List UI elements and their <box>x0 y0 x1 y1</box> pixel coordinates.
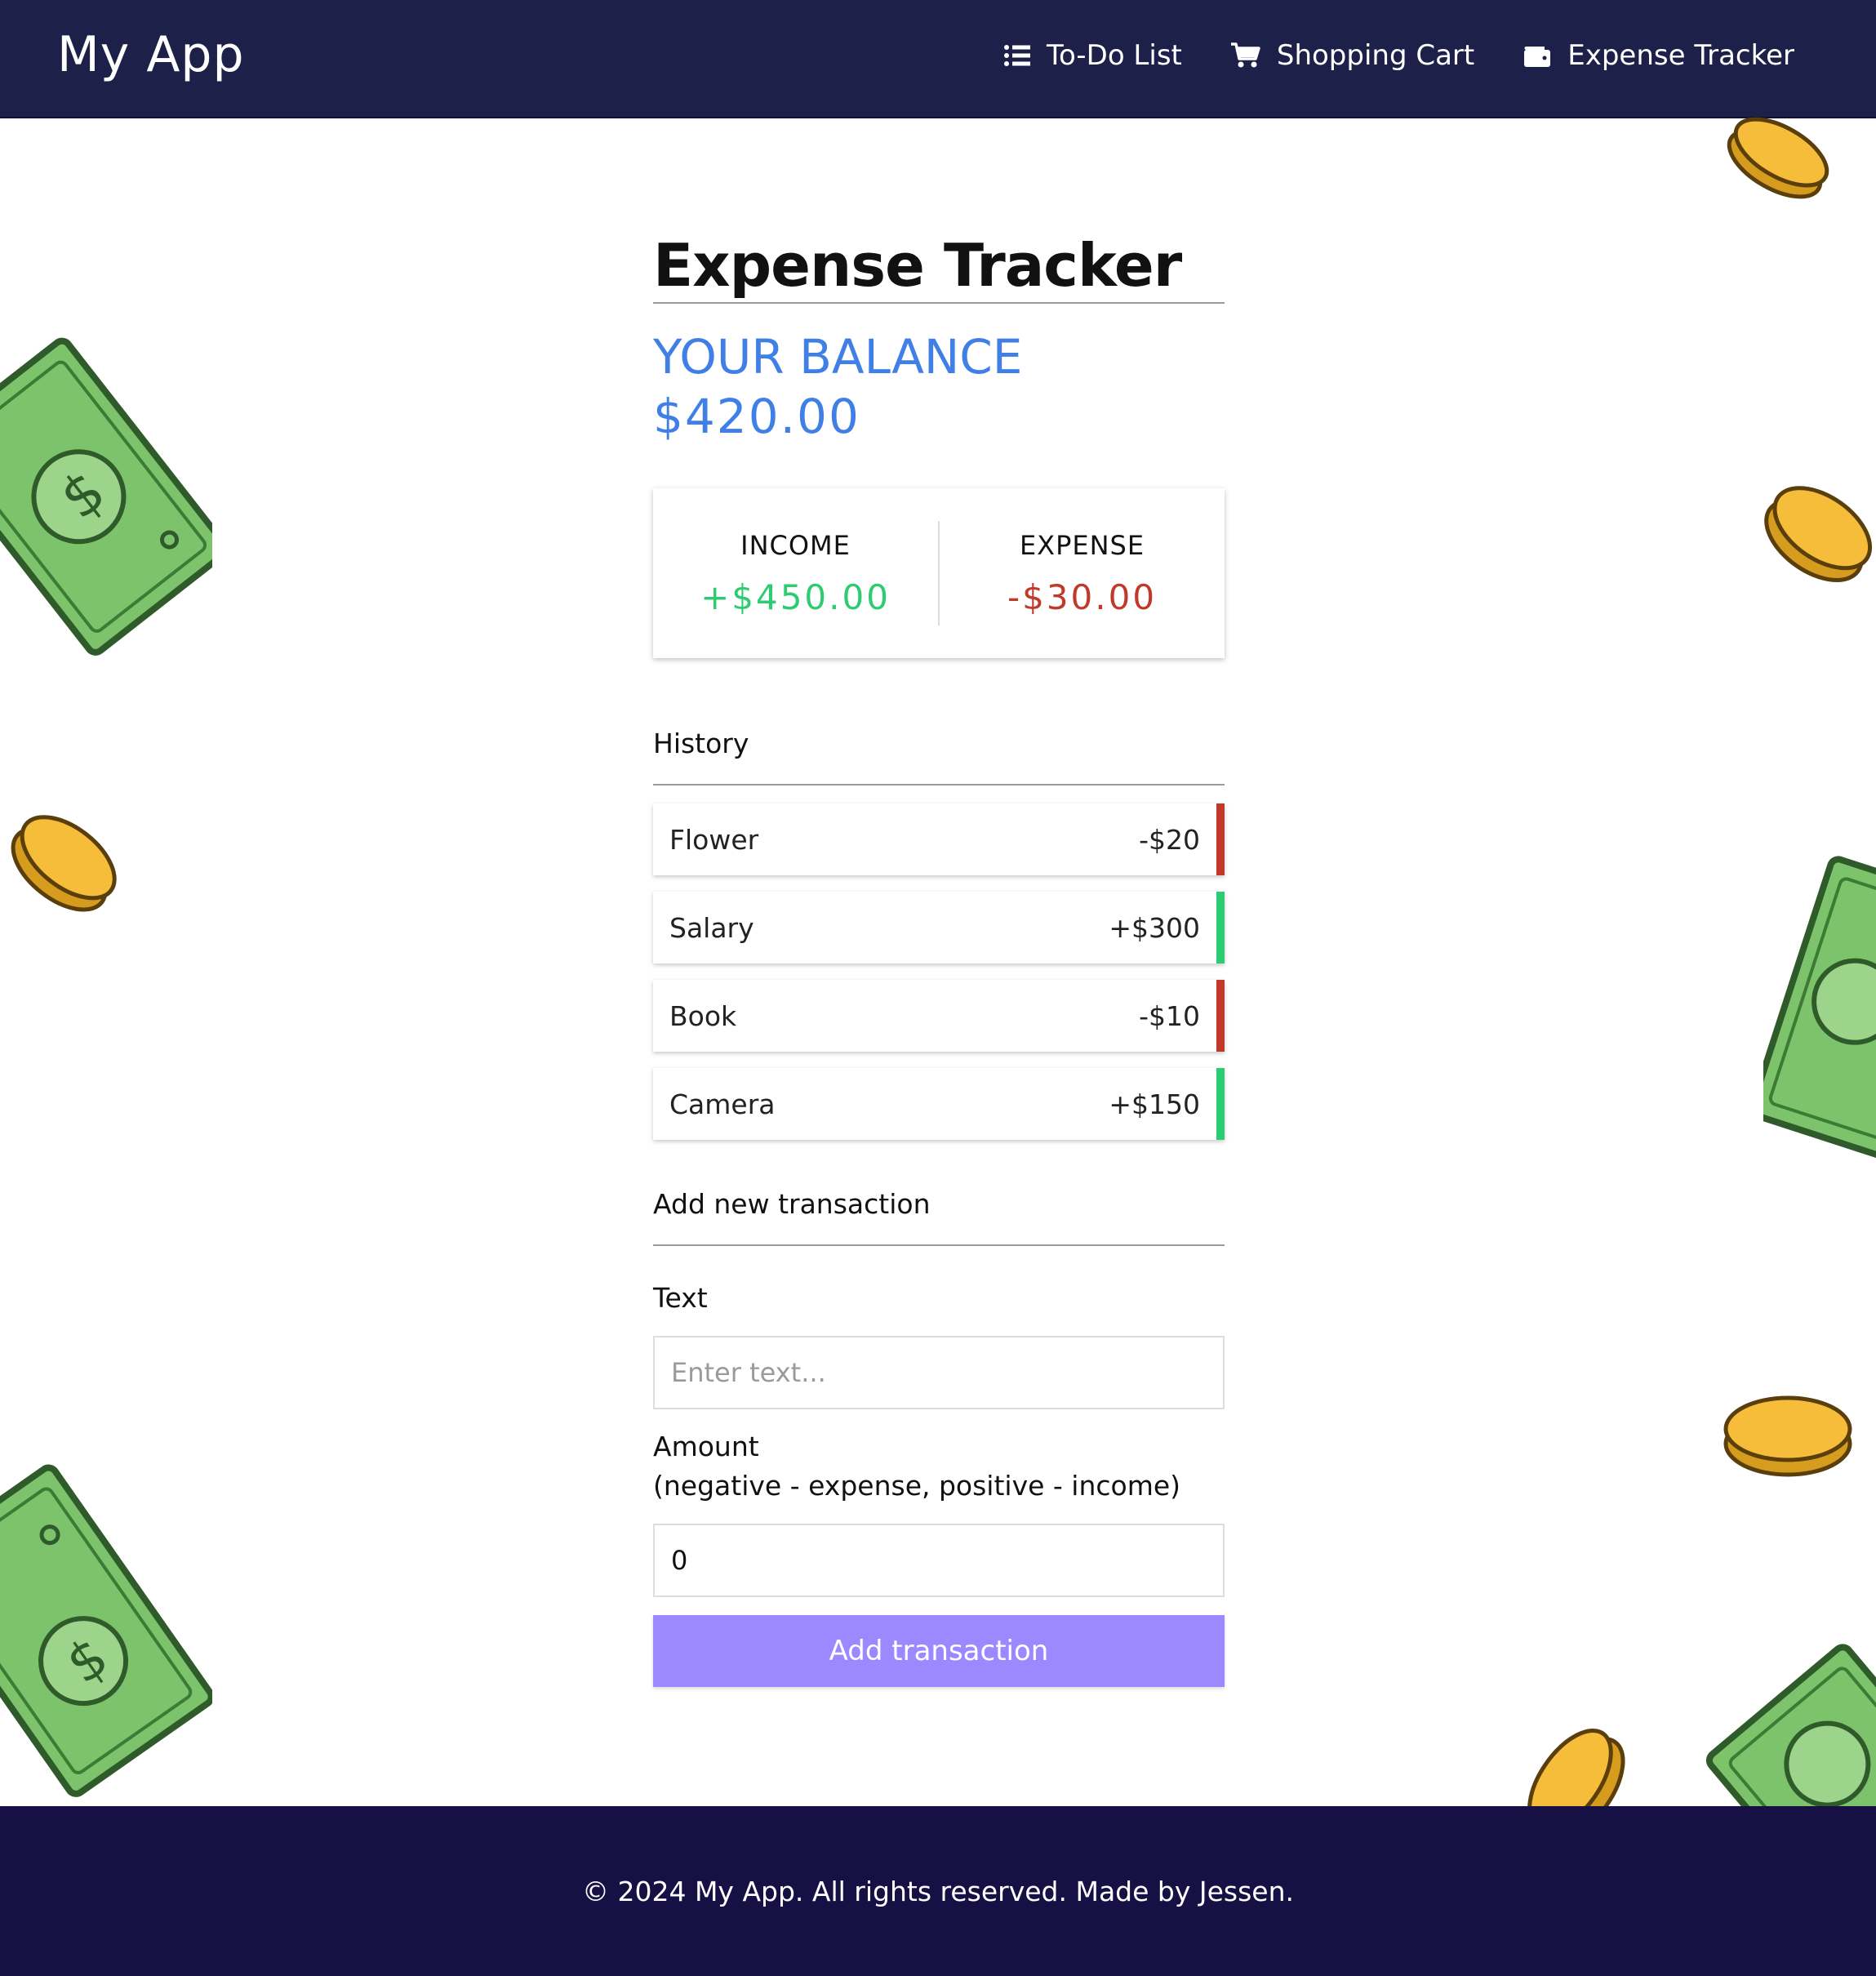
add-transaction-heading: Add new transaction <box>653 1188 931 1220</box>
money-bill-icon: $ <box>0 337 212 656</box>
nav-label-todo-list: To-Do List <box>1046 39 1182 72</box>
list-icon <box>1003 44 1030 67</box>
coin-icon <box>1764 486 1873 582</box>
transaction-text: Book <box>669 999 737 1032</box>
transaction-item[interactable]: Salary +$300 <box>653 892 1225 964</box>
expense-indicator <box>1216 980 1225 1052</box>
divider <box>653 784 1225 786</box>
coin-icon <box>1723 1395 1852 1477</box>
balance-label: YOUR BALANCE <box>653 329 1023 385</box>
amount-field-label: Amount (negative - expense, positive - i… <box>653 1427 1225 1506</box>
app-header: My App To-Do List Shopping Cart Expense … <box>0 0 1876 118</box>
text-field-label: Text <box>653 1282 708 1314</box>
transaction-item[interactable]: Book -$10 <box>653 980 1225 1052</box>
history-list: Flower -$20 Salary +$300 Book -$10 Camer… <box>653 803 1225 1140</box>
nav-label-expense-tracker: Expense Tracker <box>1567 39 1794 72</box>
nav-item-todo-list[interactable]: To-Do List <box>1003 39 1182 72</box>
income-indicator <box>1216 892 1225 964</box>
transaction-text: Camera <box>669 1088 776 1120</box>
coin-icon <box>11 815 117 912</box>
divider <box>653 302 1225 304</box>
amount-label-title: Amount <box>653 1431 759 1462</box>
cart-icon <box>1230 42 1260 69</box>
transaction-item[interactable]: Flower -$20 <box>653 803 1225 875</box>
income-indicator <box>1216 1068 1225 1140</box>
transaction-amount: +$300 <box>1109 911 1200 944</box>
transaction-text: Salary <box>669 911 754 944</box>
nav-item-shopping-cart[interactable]: Shopping Cart <box>1230 39 1475 72</box>
nav-item-expense-tracker[interactable]: Expense Tracker <box>1523 39 1794 72</box>
wallet-icon <box>1523 43 1551 68</box>
app-footer: © 2024 My App. All rights reserved. Made… <box>0 1806 1876 1976</box>
money-bill-icon <box>1705 1644 1876 1806</box>
text-input[interactable] <box>653 1336 1225 1409</box>
transaction-amount: -$20 <box>1139 823 1200 856</box>
amount-input[interactable] <box>653 1524 1225 1597</box>
page-title: Expense Tracker <box>653 231 1182 300</box>
coin-icon <box>1527 1728 1625 1806</box>
expense-indicator <box>1216 803 1225 875</box>
money-bill-icon: $ <box>0 1464 212 1797</box>
expense-column: EXPENSE -$30.00 <box>940 530 1225 617</box>
balance-value: $420.00 <box>653 389 860 444</box>
nav-label-shopping-cart: Shopping Cart <box>1276 39 1475 72</box>
transaction-item[interactable]: Camera +$150 <box>653 1068 1225 1140</box>
income-label: INCOME <box>740 529 851 561</box>
transaction-amount: +$150 <box>1109 1088 1200 1120</box>
money-bill-icon <box>1763 856 1876 1165</box>
expense-value: -$30.00 <box>1007 576 1158 617</box>
add-transaction-button[interactable]: Add transaction <box>653 1615 1225 1687</box>
brand-logo[interactable]: My App <box>57 26 245 83</box>
income-value: +$450.00 <box>700 576 891 617</box>
income-expense-summary: INCOME +$450.00 EXPENSE -$30.00 <box>653 488 1225 658</box>
expense-tracker-panel: Expense Tracker YOUR BALANCE $420.00 INC… <box>653 220 1225 1687</box>
amount-label-hint: (negative - expense, positive - income) <box>653 1470 1181 1502</box>
footer-copyright: © 2024 My App. All rights reserved. Made… <box>581 1875 1295 1907</box>
transaction-amount: -$10 <box>1139 999 1200 1032</box>
transaction-text: Flower <box>669 823 759 856</box>
main-nav: To-Do List Shopping Cart Expense Tracker <box>1003 39 1794 72</box>
income-column: INCOME +$450.00 <box>653 530 938 617</box>
divider <box>653 1244 1225 1246</box>
history-heading: History <box>653 728 749 759</box>
coin-icon <box>1727 117 1829 199</box>
expense-label: EXPENSE <box>1019 529 1145 561</box>
